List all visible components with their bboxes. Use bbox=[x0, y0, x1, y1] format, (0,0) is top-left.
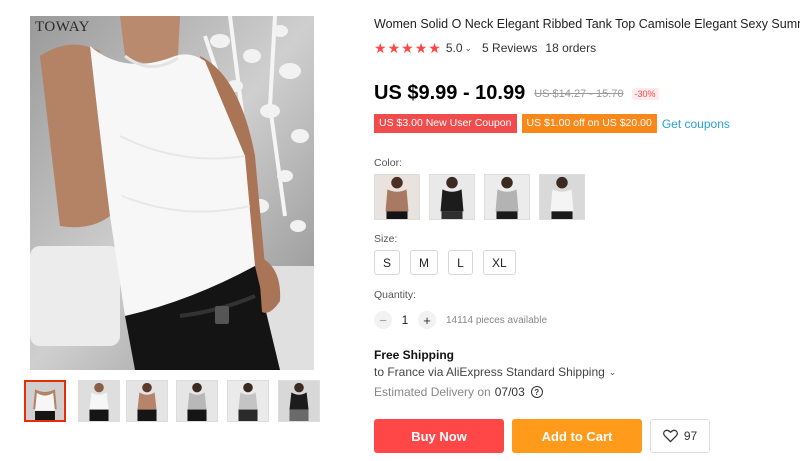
stock-available: 14114 pieces available bbox=[446, 314, 548, 326]
add-to-cart-button[interactable]: Add to Cart bbox=[512, 419, 642, 453]
shipping-title: Free Shipping bbox=[374, 348, 455, 362]
thumbnail-3[interactable] bbox=[126, 380, 168, 422]
color-option-4[interactable] bbox=[539, 174, 585, 220]
current-price: US $9.99 - 10.99 bbox=[374, 82, 526, 104]
star-icon: ★ bbox=[374, 40, 387, 56]
shipping-destination[interactable]: to France via AliExpress Standard Shippi… bbox=[374, 365, 616, 379]
chevron-down-icon[interactable]: ⌄ bbox=[609, 367, 617, 378]
product-info-panel: Women Solid O Neck Elegant Ribbed Tank T… bbox=[374, 0, 800, 461]
get-coupons-link[interactable]: Get coupons bbox=[662, 117, 730, 131]
thumbnail-4[interactable] bbox=[176, 380, 218, 422]
thumbnail-6[interactable] bbox=[278, 380, 320, 422]
rating-row: ★ ★ ★ ★ ★ 5.0 ⌄ 5 Reviews 18 orders bbox=[374, 40, 596, 56]
size-option-xl[interactable]: XL bbox=[483, 250, 516, 275]
thumbnail-2[interactable] bbox=[78, 380, 120, 422]
color-option-2[interactable] bbox=[429, 174, 475, 220]
star-icon: ★ bbox=[387, 40, 401, 56]
color-option-3[interactable] bbox=[484, 174, 530, 220]
thumbnail-strip bbox=[22, 380, 322, 424]
star-icon: ★ bbox=[428, 40, 441, 56]
size-label: Size: bbox=[374, 233, 398, 245]
wishlist-button[interactable]: 97 bbox=[650, 419, 710, 453]
coupon-row: US $3.00 New User Coupon US $1.00 off on… bbox=[374, 114, 730, 133]
size-option-s[interactable]: S bbox=[374, 250, 401, 275]
star-icon: ★ bbox=[414, 40, 428, 56]
orders-count: 18 orders bbox=[545, 41, 597, 55]
star-rating: ★ ★ ★ ★ ★ bbox=[374, 41, 441, 55]
delivery-date: 07/03 bbox=[494, 385, 525, 399]
quantity-decrease-button[interactable]: − bbox=[374, 311, 392, 329]
star-icon: ★ bbox=[401, 40, 414, 56]
size-options: S M L XL bbox=[374, 250, 516, 275]
heart-icon bbox=[662, 429, 678, 443]
product-title: Women Solid O Neck Elegant Ribbed Tank T… bbox=[374, 17, 800, 31]
chevron-down-icon[interactable]: ⌄ bbox=[465, 43, 473, 54]
price-row: US $9.99 - 10.99 US $14.27 - 15.70 -30% bbox=[374, 82, 659, 105]
delivery-label: Estimated Delivery on bbox=[374, 385, 491, 399]
quantity-increase-button[interactable]: + bbox=[418, 311, 436, 329]
thumbnail-5[interactable] bbox=[227, 380, 269, 422]
color-swatches bbox=[374, 174, 585, 220]
thumbnail-1[interactable] bbox=[24, 380, 66, 422]
quantity-value[interactable]: 1 bbox=[392, 313, 418, 327]
brand-watermark: TOWAY bbox=[35, 19, 91, 35]
main-product-image[interactable]: TOWAY bbox=[30, 16, 314, 370]
size-option-l[interactable]: L bbox=[448, 250, 474, 275]
store-coupon[interactable]: US $1.00 off on US $20.00 bbox=[521, 114, 657, 133]
buy-now-button[interactable]: Buy Now bbox=[374, 419, 504, 453]
wishlist-count: 97 bbox=[683, 429, 698, 443]
color-label: Color: bbox=[374, 157, 403, 169]
help-circle-icon[interactable]: ? bbox=[530, 386, 543, 398]
original-price: US $14.27 - 15.70 bbox=[534, 87, 624, 100]
size-option-m[interactable]: M bbox=[410, 250, 439, 275]
rating-value[interactable]: 5.0 bbox=[446, 41, 463, 55]
quantity-label: Quantity: bbox=[374, 289, 417, 301]
color-option-1[interactable] bbox=[374, 174, 420, 220]
new-user-coupon[interactable]: US $3.00 New User Coupon bbox=[374, 114, 517, 133]
reviews-link[interactable]: 5 Reviews bbox=[482, 41, 537, 55]
estimated-delivery: Estimated Delivery on 07/03 ? bbox=[374, 385, 543, 399]
shipping-method-text[interactable]: to France via AliExpress Standard Shippi… bbox=[374, 365, 605, 379]
product-photo bbox=[30, 16, 314, 370]
quantity-stepper: − 1 + 14114 pieces available bbox=[374, 311, 547, 329]
discount-badge: -30% bbox=[631, 87, 659, 100]
